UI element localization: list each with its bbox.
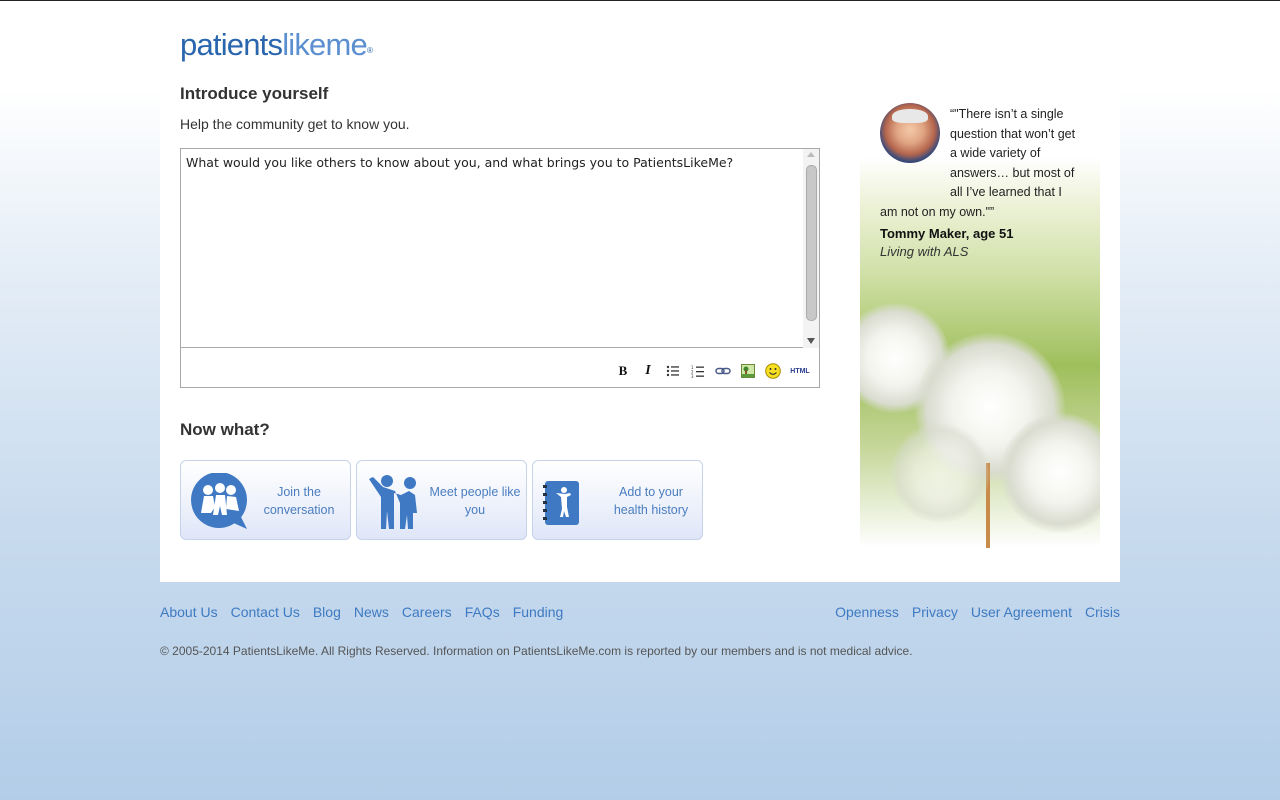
introduce-heading: Introduce yourself xyxy=(180,84,329,103)
footer-left-links: About Us Contact Us Blog News Careers FA… xyxy=(160,604,563,620)
add-health-history-label: Add to your health history xyxy=(613,485,689,517)
footer-link-openness[interactable]: Openness xyxy=(835,604,899,620)
add-health-history-card[interactable]: Add to your health history xyxy=(532,460,703,540)
footer-link-funding[interactable]: Funding xyxy=(513,604,564,620)
logo-registered-mark: ® xyxy=(366,46,373,55)
scroll-thumb[interactable] xyxy=(806,165,817,321)
scroll-up-arrow-icon[interactable] xyxy=(807,152,815,157)
now-what-heading: Now what? xyxy=(180,420,270,439)
footer-link-privacy[interactable]: Privacy xyxy=(912,604,958,620)
meet-people-card[interactable]: Meet people like you xyxy=(356,460,527,540)
footer-link-news[interactable]: News xyxy=(354,604,389,620)
italic-button[interactable]: I xyxy=(639,362,657,380)
logo-text-patients: patients xyxy=(180,27,283,62)
conversation-icon xyxy=(189,472,251,531)
footer-link-blog[interactable]: Blog xyxy=(313,604,341,620)
textarea-scrollbar[interactable] xyxy=(803,149,819,348)
logo-text-likeme: likeme xyxy=(282,27,368,62)
logo[interactable]: patientslikeme® xyxy=(180,27,373,63)
numbered-list-icon[interactable]: 123 xyxy=(689,362,707,380)
next-steps-cards: Join the conversation Meet people like y… xyxy=(180,460,703,540)
join-conversation-label: Join the conversation xyxy=(263,485,335,517)
main-panel: patientslikeme® Introduce yourself Help … xyxy=(160,1,1120,582)
meet-people-label: Meet people like you xyxy=(429,485,521,517)
scroll-down-arrow-icon[interactable] xyxy=(807,338,815,344)
testimonial-author: Tommy Maker, age 51 xyxy=(880,226,1014,241)
testimonial-panel: “"There isn’t a single question that won… xyxy=(860,93,1100,548)
bold-button[interactable]: B xyxy=(614,362,632,380)
join-conversation-card[interactable]: Join the conversation xyxy=(180,460,351,540)
health-journal-icon xyxy=(541,473,603,531)
footer-right-links: Openness Privacy User Agreement Crisis xyxy=(835,604,1120,620)
rich-text-editor: What would you like others to know about… xyxy=(180,148,820,388)
dandelion-image xyxy=(890,423,990,523)
testimonial-condition: Living with ALS xyxy=(880,244,969,259)
link-icon[interactable] xyxy=(714,362,732,380)
svg-text:3: 3 xyxy=(691,374,694,378)
footer-link-faqs[interactable]: FAQs xyxy=(465,604,500,620)
copyright-notice: © 2005-2014 PatientsLikeMe. All Rights R… xyxy=(160,644,913,658)
footer-link-about-us[interactable]: About Us xyxy=(160,604,218,620)
html-mode-button[interactable]: HTML xyxy=(789,362,811,380)
footer-link-user-agreement[interactable]: User Agreement xyxy=(971,604,1072,620)
people-icon xyxy=(365,473,427,531)
footer-link-contact-us[interactable]: Contact Us xyxy=(231,604,300,620)
image-icon[interactable] xyxy=(739,362,757,380)
about-me-textarea[interactable]: What would you like others to know about… xyxy=(181,149,819,348)
footer-link-careers[interactable]: Careers xyxy=(402,604,452,620)
editor-toolbar: B I 123 HTML xyxy=(614,362,811,380)
emoticon-icon[interactable] xyxy=(764,362,782,380)
bullet-list-icon[interactable] xyxy=(664,362,682,380)
footer-link-crisis[interactable]: Crisis xyxy=(1085,604,1120,620)
testimonial-quote-block: “"There isn’t a single question that won… xyxy=(880,105,1076,222)
introduce-subheading: Help the community get to know you. xyxy=(180,116,410,132)
